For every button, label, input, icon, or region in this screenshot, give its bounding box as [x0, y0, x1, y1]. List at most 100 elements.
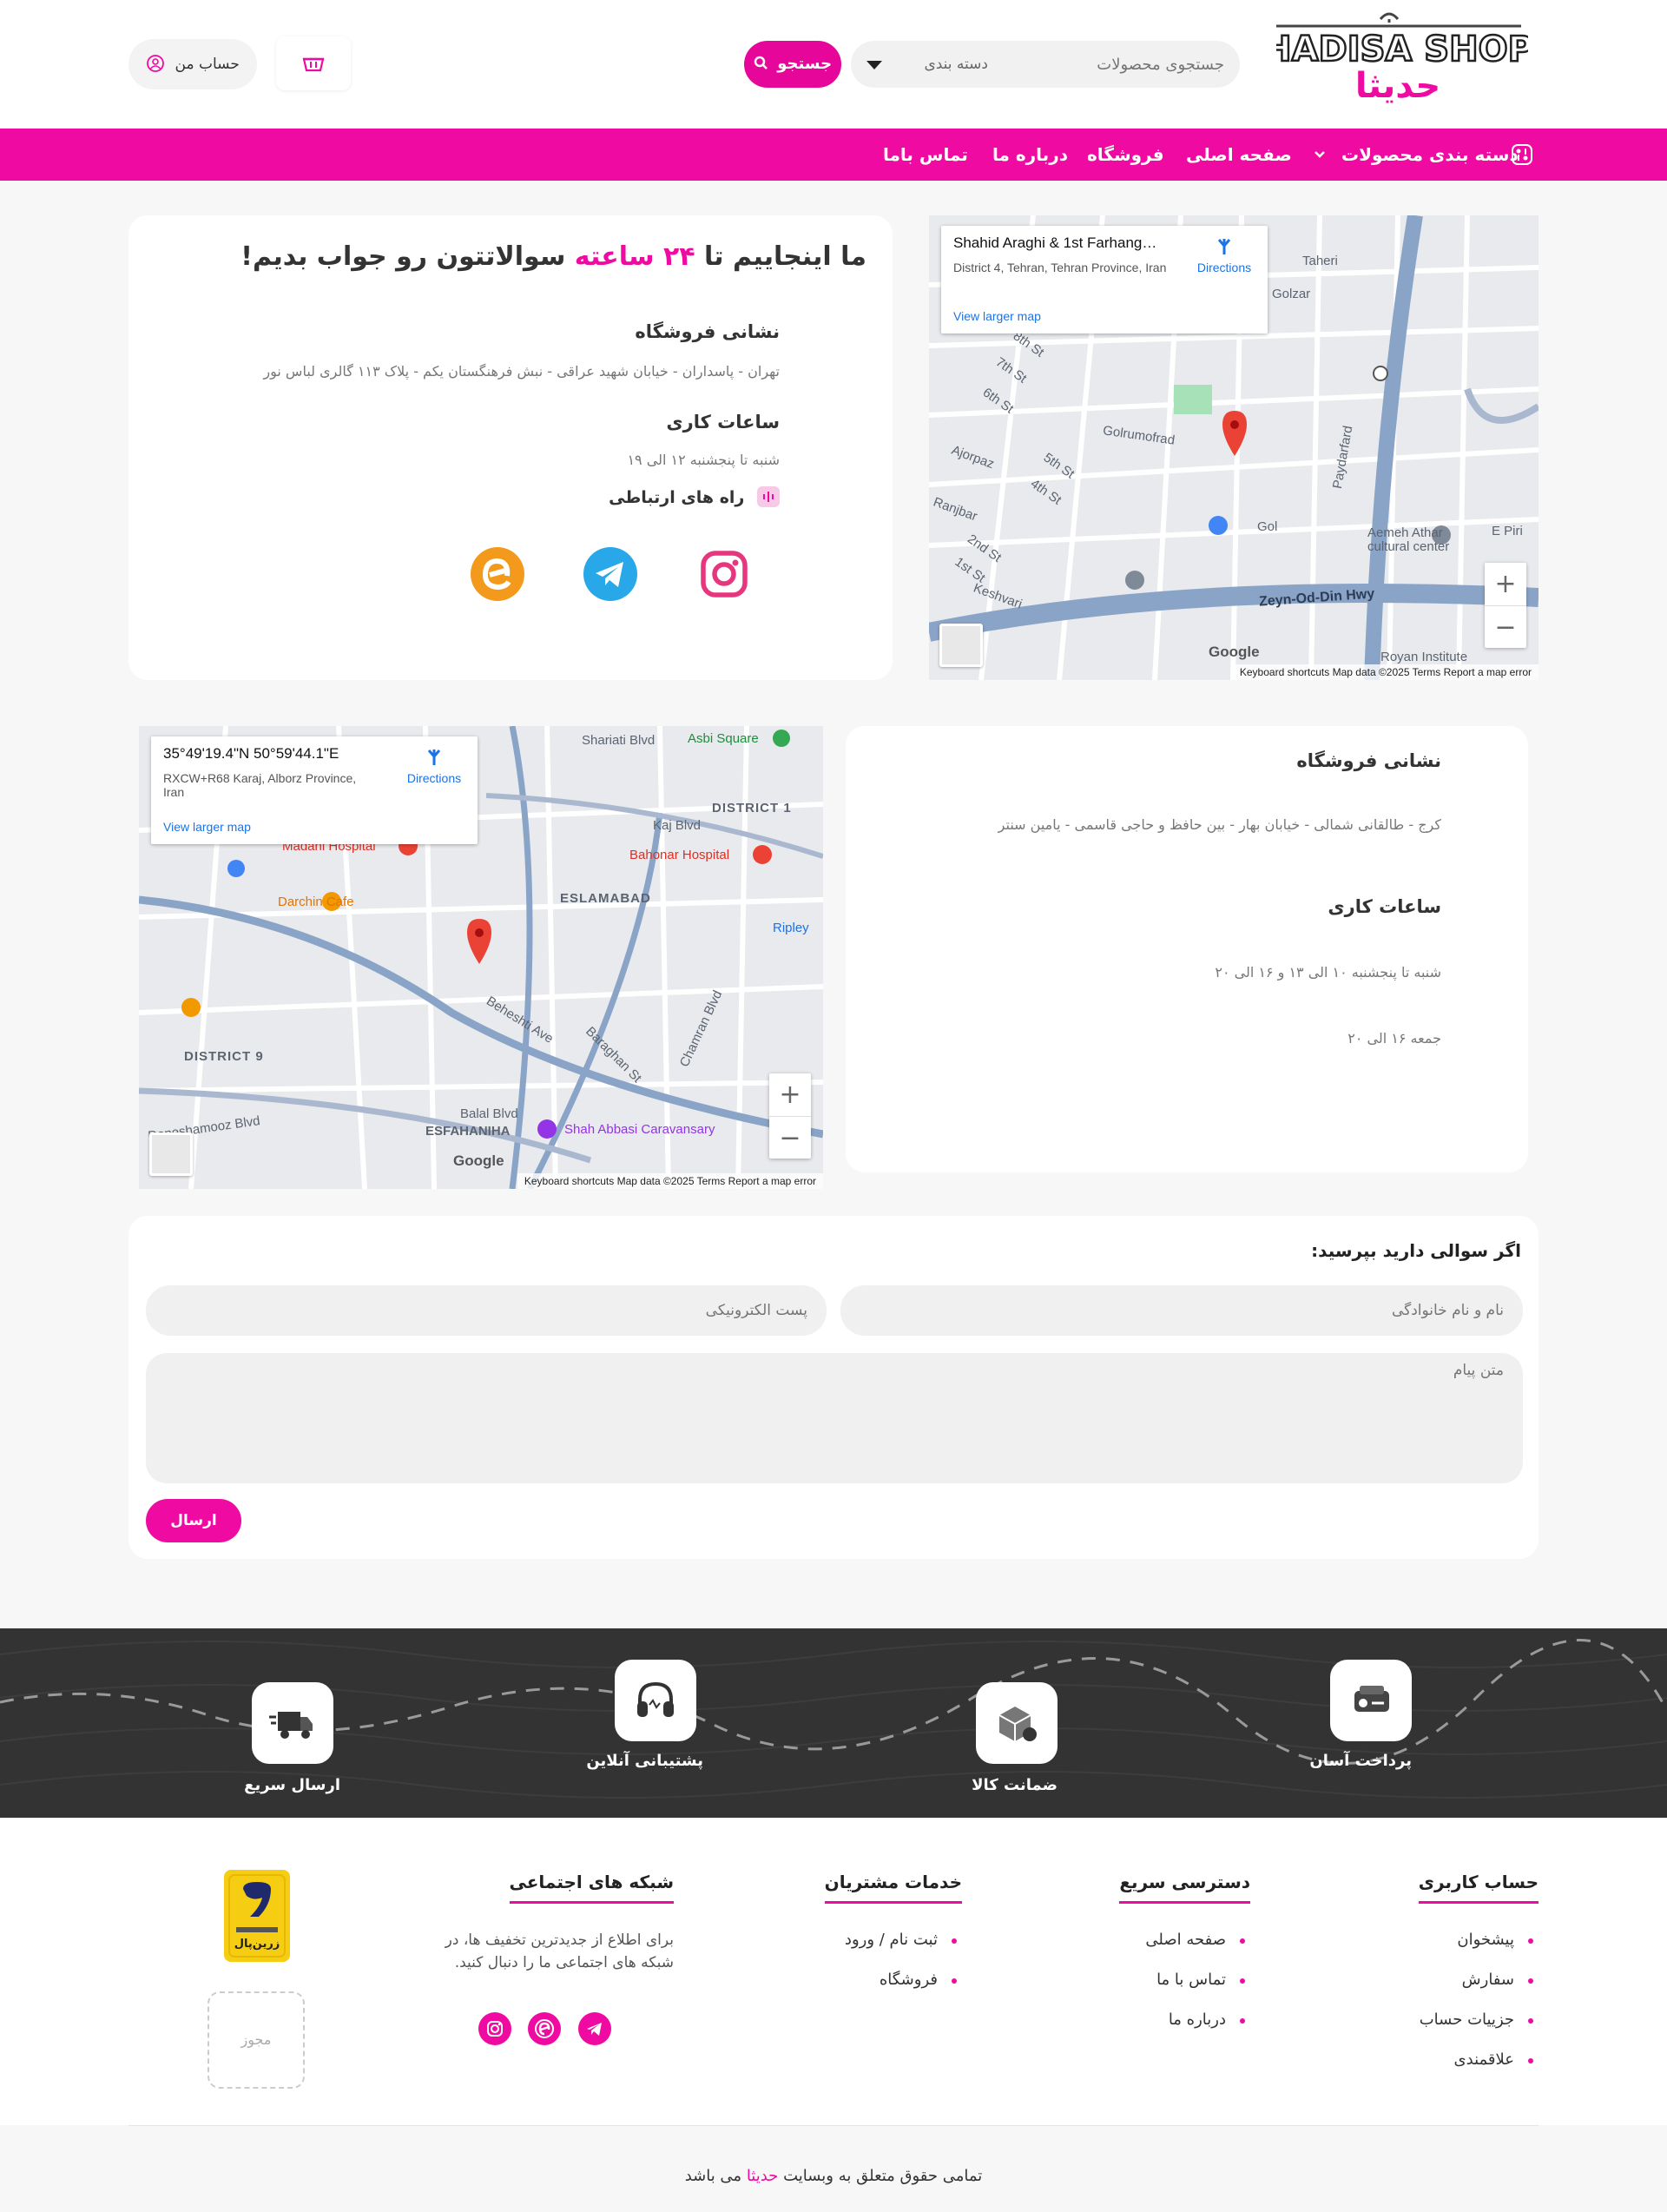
- map-label: ESLAMABAD: [560, 891, 651, 906]
- map-label: DISTRICT 1: [712, 801, 792, 815]
- map-label: Aemeh Athar cultural center: [1367, 525, 1450, 554]
- footer-link-shop[interactable]: فروشگاه: [880, 1971, 958, 1989]
- nav-home[interactable]: صفحه اصلی: [1186, 129, 1292, 181]
- headline-highlight: ۲۴ ساعته: [574, 241, 695, 272]
- directions-icon: [427, 749, 441, 765]
- map-place-title: Shahid Araghi & 1st Farhang…: [953, 234, 1157, 251]
- footer-link-orders[interactable]: سفارش: [1462, 1971, 1534, 1989]
- map-label: Ripley: [773, 921, 809, 935]
- nav-shop[interactable]: فروشگاه: [1087, 129, 1164, 181]
- map-footer: Keyboard shortcuts Map data ©2025 Terms …: [517, 1173, 823, 1189]
- map-karaj[interactable]: Shariati Blvd Asbi Square DISTRICT 1 Kaj…: [139, 726, 823, 1189]
- footer-services-title: خدمات مشتریان: [824, 1872, 962, 1904]
- directions-button[interactable]: Directions: [399, 747, 469, 785]
- hours-text: شنبه تا پنجشنبه ۱۲ الی ۱۹: [627, 452, 780, 468]
- hours-title: ساعات کاری: [666, 412, 780, 432]
- address-title: نشانی فروشگاه: [635, 321, 780, 342]
- footer-link-about[interactable]: درباره ما: [1169, 2011, 1246, 2029]
- search-button-label: جستجو: [777, 55, 833, 73]
- footer-link-wishlist[interactable]: علاقمندی: [1454, 2050, 1534, 2069]
- map-info-window: Shahid Araghi & 1st Farhang… District 4,…: [941, 226, 1268, 333]
- branch-address-title: نشانی فروشگاه: [1296, 750, 1441, 771]
- headline-post: سوالاتتون رو جواب بدیم!: [240, 241, 566, 272]
- search-icon: [754, 56, 768, 69]
- features-band: پرداخت آسان ضمانت کالا پشتیبانی آنلاین ا…: [0, 1628, 1667, 1818]
- email-field[interactable]: [146, 1285, 827, 1336]
- cart-button[interactable]: [276, 36, 351, 90]
- footer-link-home[interactable]: صفحه اصلی: [1145, 1931, 1245, 1949]
- nav-contact[interactable]: تماس باما: [883, 129, 968, 181]
- site-footer: حساب کاربری پیشخوان سفارش جزییات حساب عل…: [0, 1818, 1667, 2125]
- footer-link-dashboard[interactable]: پیشخوان: [1457, 1931, 1533, 1949]
- svg-text:HADISA SHOP: HADISA SHOP: [1276, 30, 1528, 69]
- feature-payment: [1330, 1660, 1412, 1741]
- map-layer-toggle[interactable]: [149, 1132, 193, 1176]
- zoom-in-button[interactable]: +: [1485, 563, 1526, 605]
- instagram-icon[interactable]: [478, 2012, 511, 2045]
- zarinpal-label: زرین‌پال: [234, 1938, 280, 1951]
- copyright-brand-link[interactable]: حدیثا: [747, 2167, 779, 2185]
- user-icon: [147, 55, 165, 72]
- map-label: Shah Abbasi Caravansary: [564, 1122, 715, 1137]
- view-larger-map-link[interactable]: View larger map: [163, 820, 251, 834]
- map-label: Royan Institute: [1380, 650, 1468, 664]
- branch-address-text: کرج - طالقانی شمالی - خیابان بهار - بین …: [998, 816, 1441, 833]
- main-nav: دسته بندی محصولات صفحه اصلی فروشگاه دربا…: [0, 129, 1667, 181]
- feature-payment-label: پرداخت آسان: [1309, 1752, 1412, 1770]
- google-logo: Google: [453, 1152, 504, 1169]
- feature-shipping-label: ارسال سریع: [244, 1776, 340, 1794]
- footer-link-account-details[interactable]: جزییات حساب: [1420, 2011, 1534, 2029]
- contact-card: ما اینجاییم تا ۲۴ ساعته سوالاتتون رو جوا…: [128, 215, 893, 680]
- svg-text:حدیثا: حدیثا: [1355, 66, 1440, 106]
- directions-label: Directions: [1196, 261, 1252, 274]
- submit-button[interactable]: ارسال: [146, 1499, 241, 1542]
- search-button[interactable]: جستجو: [744, 41, 841, 88]
- directions-button[interactable]: Directions: [1189, 236, 1259, 274]
- copyright-post: می باشد: [684, 2167, 742, 2185]
- payment-icon: [1354, 1686, 1389, 1712]
- eitaa-icon[interactable]: [528, 2012, 561, 2045]
- map-label: Bahonar Hospital: [629, 848, 730, 862]
- feature-support: [615, 1660, 696, 1741]
- map-label: Balal Blvd: [460, 1106, 518, 1121]
- directions-icon: [1217, 239, 1231, 254]
- instagram-icon[interactable]: [697, 547, 751, 601]
- headset-icon: [637, 1681, 674, 1717]
- zarinpal-badge[interactable]: زرین‌پال: [224, 1870, 290, 1962]
- map-label: ESFAHANIHA: [425, 1124, 511, 1139]
- map-tehran[interactable]: Taheri Golzar Golrumofrad Gol Paydarfard…: [929, 215, 1539, 680]
- license-badge[interactable]: مجوز: [208, 1991, 305, 2089]
- footer-link-register[interactable]: ثبت نام / ورود: [845, 1931, 958, 1949]
- zoom-in-button[interactable]: +: [769, 1073, 811, 1116]
- account-button[interactable]: حساب من: [128, 39, 257, 89]
- zoom-out-button[interactable]: −: [769, 1116, 811, 1159]
- sound-wave-icon: [757, 486, 780, 507]
- view-larger-map-link[interactable]: View larger map: [953, 309, 1041, 323]
- footer-account-title: حساب کاربری: [1418, 1872, 1539, 1904]
- map-label: E Piri: [1492, 524, 1523, 538]
- nav-about[interactable]: درباره ما: [992, 129, 1068, 181]
- chevron-down-icon: [866, 61, 882, 69]
- site-logo[interactable]: HADISA SHOP حدیثا: [1262, 7, 1534, 107]
- name-field[interactable]: [840, 1285, 1523, 1336]
- branch-card: نشانی فروشگاه کرج - طالقانی شمالی - خیاب…: [846, 726, 1528, 1172]
- map-label: DISTRICT 9: [184, 1049, 264, 1064]
- feature-shipping: [252, 1682, 333, 1764]
- map-layer-toggle[interactable]: [939, 624, 983, 667]
- map-label: Kaj Blvd: [653, 818, 702, 833]
- footer-link-contact[interactable]: تماس با ما: [1156, 1971, 1245, 1989]
- category-select[interactable]: دسته بندی: [866, 41, 988, 88]
- search-input[interactable]: [1059, 41, 1224, 88]
- site-header: HADISA SHOP حدیثا دسته بندی جستجو حساب م…: [0, 0, 1667, 129]
- zoom-control: + −: [1485, 563, 1526, 648]
- contact-ways-label: راه های ارتباطی: [609, 488, 745, 507]
- telegram-icon[interactable]: [578, 2012, 611, 2045]
- message-field[interactable]: [146, 1353, 1523, 1483]
- copyright-text: تمامی حقوق متعلق به وبسایت حدیثا می باشد: [0, 2167, 1667, 2185]
- eitaa-icon[interactable]: [471, 547, 524, 601]
- footer-quick-title: دسترسی سریع: [1119, 1872, 1250, 1904]
- footer-social-text: برای اطلاع از جدیدترین تخفیف ها، در شبکه…: [445, 1931, 674, 1971]
- map-place-address: RXCW+R68 Karaj, Alborz Province, Iran: [163, 771, 357, 799]
- zoom-out-button[interactable]: −: [1485, 605, 1526, 648]
- telegram-icon[interactable]: [583, 547, 637, 601]
